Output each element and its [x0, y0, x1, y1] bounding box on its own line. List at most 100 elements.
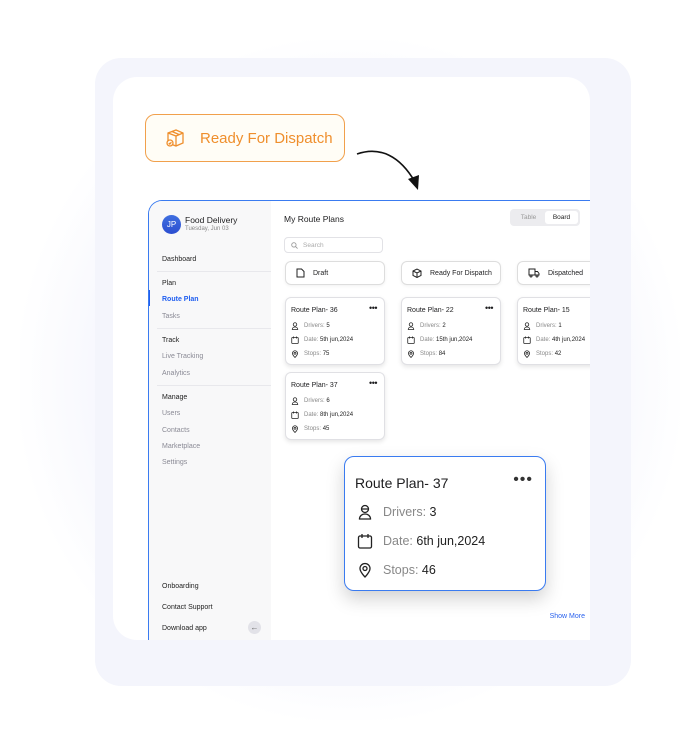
column-label: Dispatched	[548, 269, 584, 277]
date-label: Date:	[420, 337, 435, 343]
tab-table[interactable]: Table	[512, 211, 545, 224]
stops-label: Stops:	[420, 351, 438, 357]
location-pin-icon	[359, 562, 371, 578]
section-manage: Manage	[162, 394, 188, 401]
date-label: Date:	[304, 337, 319, 343]
sidebar-item-contact-support[interactable]: Contact Support	[162, 604, 213, 611]
sidebar-item-onboarding[interactable]: Onboarding	[162, 583, 199, 590]
date-value: 5th jun,2024	[320, 337, 354, 343]
section-track: Track	[162, 337, 180, 344]
route-plan-card[interactable]: Route Plan- 36 ••• Drivers: 5 Date: 5th …	[285, 297, 385, 365]
drivers-label: Drivers:	[536, 323, 557, 329]
location-pin-icon	[292, 425, 298, 433]
location-pin-icon	[524, 350, 530, 358]
sidebar-item-settings[interactable]: Settings	[162, 459, 187, 466]
avatar[interactable]: JP	[162, 215, 181, 234]
column-draft[interactable]: Draft	[285, 261, 385, 285]
card-title: Route Plan- 37	[291, 382, 338, 389]
route-plan-popup-card[interactable]: Route Plan- 37 ••• Drivers: 3 Date: 6th …	[344, 456, 546, 591]
sidebar-item-download-app[interactable]: Download app	[162, 625, 207, 632]
drivers-label: Drivers:	[304, 398, 325, 404]
drivers-value: 3	[429, 505, 437, 519]
ready-for-dispatch-callout: Ready For Dispatch	[145, 114, 345, 162]
driver-icon	[291, 397, 299, 405]
card-title: Route Plan- 22	[407, 307, 454, 314]
calendar-icon	[291, 411, 299, 419]
date-label: Date:	[536, 337, 551, 343]
sidebar-item-dashboard[interactable]: Dashboard	[162, 256, 196, 263]
calendar-icon	[291, 336, 299, 344]
sidebar-item-route-plan[interactable]: Route Plan	[162, 296, 199, 303]
stops-value: 42	[554, 351, 562, 357]
popup-date: Date: 6th jun,2024	[357, 533, 485, 549]
stops-value: 45	[322, 426, 330, 432]
sidebar-item-marketplace[interactable]: Marketplace	[162, 443, 200, 450]
drivers-label: Drivers:	[383, 505, 427, 519]
column-label: Draft	[313, 269, 329, 277]
tab-board[interactable]: Board	[545, 211, 578, 224]
route-plan-card[interactable]: Route Plan- 37 ••• Drivers: 6 Date: 8th …	[285, 372, 385, 440]
driver-icon	[291, 322, 299, 330]
curved-arrow-icon	[356, 150, 419, 190]
date-value: 6th jun,2024	[416, 534, 486, 548]
search-icon	[291, 241, 298, 249]
card-drivers: Drivers: 2	[407, 322, 446, 330]
card-drivers: Drivers: 1	[523, 322, 562, 330]
card-date: Date: 15th jun,2024	[407, 336, 472, 344]
search-placeholder: Search	[303, 241, 324, 249]
card-title: Route Plan- 36	[291, 307, 338, 314]
more-options-icon[interactable]: •••	[369, 378, 377, 388]
calendar-icon	[523, 336, 531, 344]
drivers-value: 1	[558, 323, 562, 329]
divider	[157, 385, 271, 386]
show-more-link[interactable]: Show More	[550, 613, 585, 620]
calendar-icon	[357, 534, 373, 549]
calendar-icon	[407, 336, 415, 344]
stops-value: 75	[322, 351, 330, 357]
date-value: 15th jun,2024	[436, 337, 473, 343]
more-options-icon[interactable]: •••	[485, 303, 493, 313]
card-stops: Stops: 42	[523, 350, 561, 358]
stops-value: 46	[421, 563, 436, 577]
package-icon	[412, 268, 422, 278]
search-input[interactable]: Search	[284, 237, 383, 253]
document-icon	[296, 268, 305, 278]
package-icon	[166, 129, 184, 147]
drivers-label: Drivers:	[420, 323, 441, 329]
sidebar-item-live-tracking[interactable]: Live Tracking	[162, 353, 203, 360]
location-pin-icon	[408, 350, 414, 358]
date-label: Date:	[304, 412, 319, 418]
popup-title: Route Plan- 37	[355, 475, 449, 491]
column-ready-for-dispatch[interactable]: Ready For Dispatch	[401, 261, 501, 285]
route-plan-card[interactable]: Route Plan- 22 ••• Drivers: 2 Date: 15th…	[401, 297, 501, 365]
card-drivers: Drivers: 6	[291, 397, 330, 405]
sidebar-item-tasks[interactable]: Tasks	[162, 313, 180, 320]
more-options-icon[interactable]: •••	[513, 471, 533, 489]
column-dispatched[interactable]: Dispatched	[517, 261, 590, 285]
sidebar-item-users[interactable]: Users	[162, 410, 180, 417]
view-toggle: Table Board	[510, 209, 580, 226]
drivers-value: 5	[326, 323, 330, 329]
card-stops: Stops: 84	[407, 350, 445, 358]
drivers-label: Drivers:	[304, 323, 325, 329]
stops-label: Stops:	[304, 351, 322, 357]
callout-label: Ready For Dispatch	[200, 129, 333, 147]
sidebar-item-analytics[interactable]: Analytics	[162, 370, 190, 377]
divider	[157, 328, 271, 329]
route-plan-card[interactable]: Route Plan- 15 Drivers: 1 Date: 4th jun,…	[517, 297, 590, 365]
org-date: Tuesday, Jun 03	[185, 226, 229, 232]
collapse-sidebar-button[interactable]: ←	[248, 621, 261, 634]
sidebar-item-contacts[interactable]: Contacts	[162, 427, 190, 434]
stops-label: Stops:	[304, 426, 322, 432]
active-indicator	[149, 290, 150, 306]
arrow-left-icon: ←	[250, 623, 259, 632]
drivers-value: 2	[442, 323, 446, 329]
card-date: Date: 4th jun,2024	[523, 336, 585, 344]
date-value: 4th jun,2024	[552, 337, 586, 343]
stops-label: Stops:	[536, 351, 554, 357]
section-plan: Plan	[162, 280, 177, 287]
sidebar: JP Food Delivery Tuesday, Jun 03 Dashboa…	[149, 201, 271, 640]
card-drivers: Drivers: 5	[291, 322, 330, 330]
more-options-icon[interactable]: •••	[369, 303, 377, 313]
stops-label: Stops:	[383, 563, 419, 577]
